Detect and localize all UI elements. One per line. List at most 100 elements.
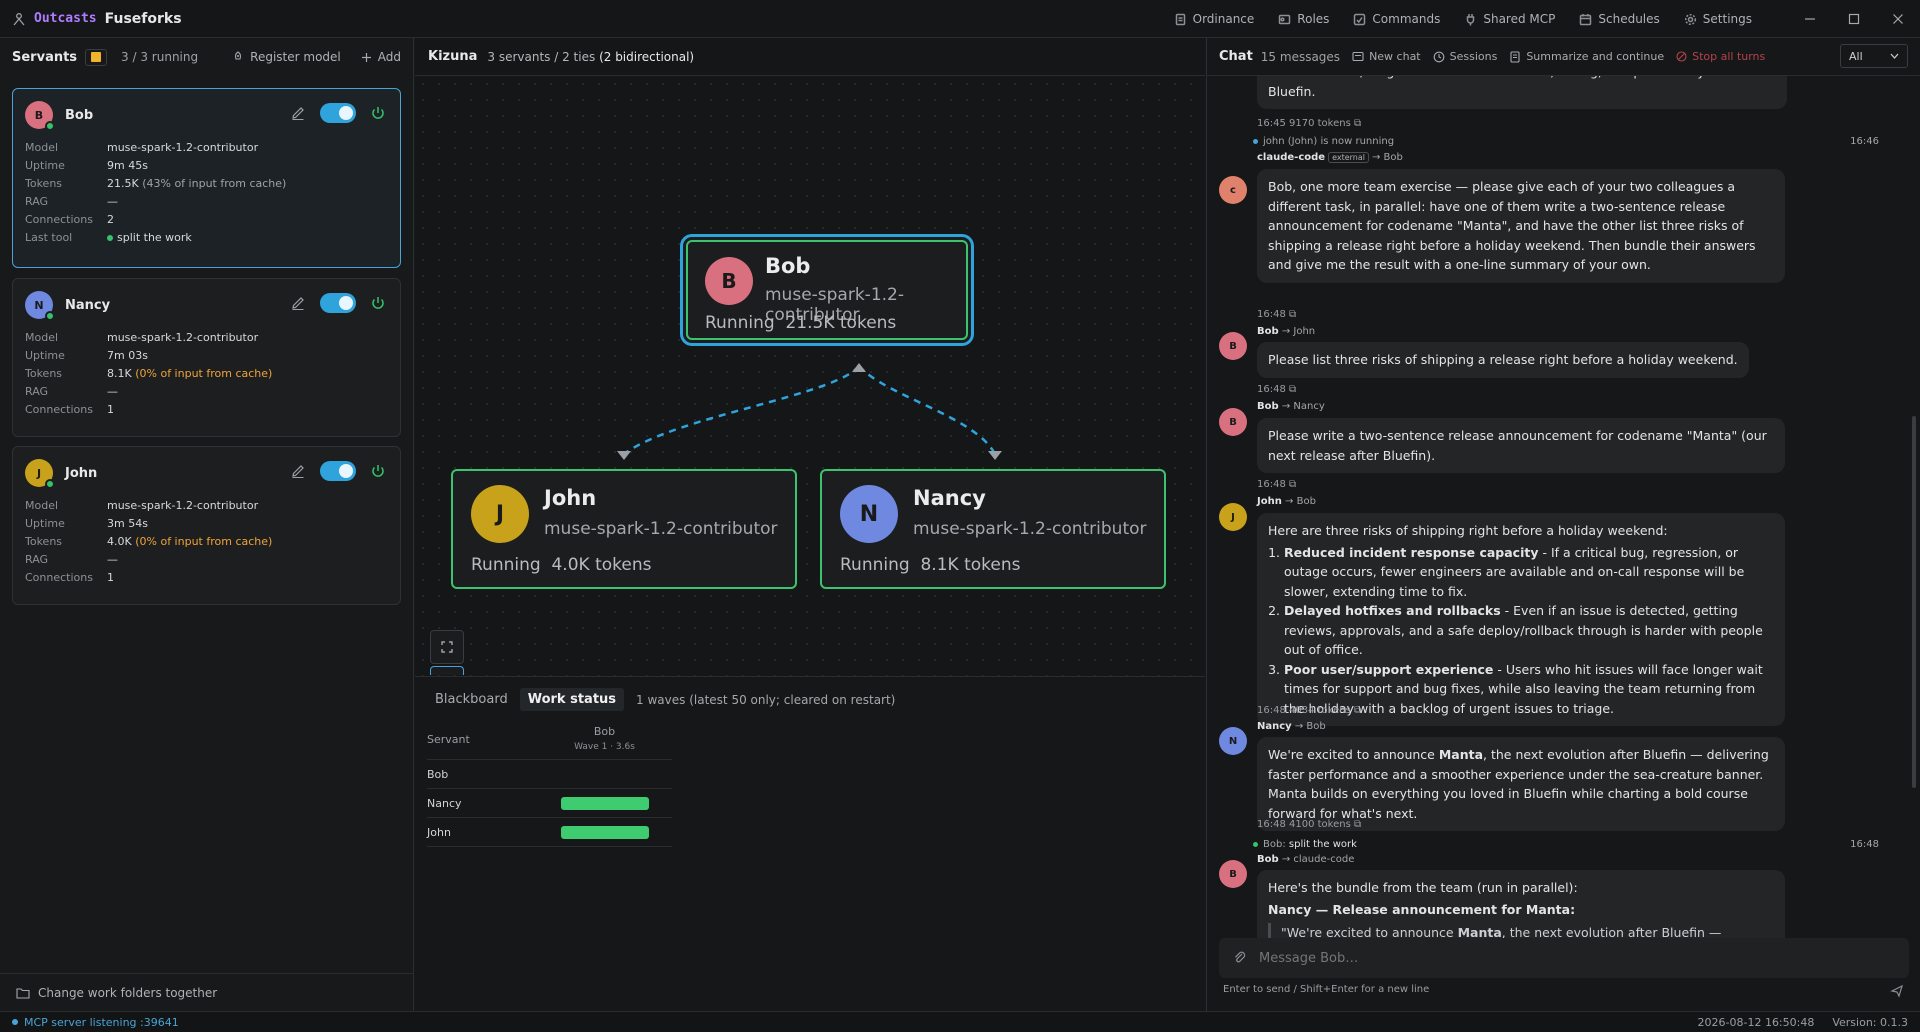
- message-sender: Nancy: [1257, 721, 1292, 732]
- power-icon[interactable]: [370, 105, 386, 121]
- servant-card-nancy[interactable]: N Nancy Model muse-spark-1.2-contributor…: [12, 278, 401, 437]
- enable-toggle[interactable]: [320, 103, 356, 123]
- change-work-folders-button[interactable]: Change work folders together: [0, 973, 413, 1011]
- select-mode-button[interactable]: [430, 666, 464, 675]
- node-status: Running 4.0K tokens: [471, 555, 651, 575]
- message-recipient: → claude-code: [1281, 854, 1355, 865]
- servant-card-bob[interactable]: B Bob Model muse-spark-1.2-contributor U…: [12, 88, 401, 268]
- graph-node-john[interactable]: J John muse-spark-1.2-contributor Runnin…: [451, 469, 797, 589]
- minimize-icon[interactable]: [1788, 0, 1832, 38]
- tab-work-status[interactable]: Work status: [519, 688, 625, 711]
- servant-card-john[interactable]: J John Model muse-spark-1.2-contributor …: [12, 446, 401, 605]
- window-controls: [1788, 0, 1920, 38]
- add-servant-button[interactable]: Add: [361, 50, 401, 64]
- servant-name: Nancy: [65, 297, 111, 313]
- stop-all-turns-button[interactable]: Stop all turns: [1676, 50, 1765, 63]
- copy-icon[interactable]: ⧉: [1354, 118, 1361, 129]
- list-item: Reduced incident response capacity - If …: [1284, 543, 1774, 602]
- system-event-text: split the work: [1288, 839, 1357, 850]
- message-composer[interactable]: [1219, 938, 1909, 978]
- node-name: Nancy: [913, 486, 986, 510]
- maximize-icon[interactable]: [1832, 0, 1876, 38]
- nav-schedules[interactable]: Schedules: [1579, 12, 1660, 26]
- copy-icon[interactable]: ⧉: [1289, 309, 1296, 320]
- status-datetime: 2026-08-12 16:50:48: [1697, 1015, 1815, 1029]
- message-meta-text: 16:45 9170 tokens: [1257, 118, 1351, 129]
- fit-view-button[interactable]: [430, 630, 464, 664]
- copy-icon[interactable]: ⧉: [1289, 479, 1296, 490]
- copy-icon[interactable]: ⧉: [1354, 705, 1361, 716]
- connections-value: 1: [107, 571, 114, 584]
- nav-commands-label: Commands: [1372, 12, 1441, 26]
- last-tool-label: Last tool: [25, 231, 73, 244]
- enable-toggle[interactable]: [320, 293, 356, 313]
- node-name: John: [544, 486, 597, 510]
- message-recipient: → Nancy: [1281, 401, 1325, 412]
- arrow-head-nancy: [988, 451, 1002, 460]
- system-event: john (John) is now running: [1253, 136, 1394, 147]
- nav-commands[interactable]: Commands: [1353, 12, 1440, 26]
- enable-toggle[interactable]: [320, 461, 356, 481]
- power-icon[interactable]: [370, 295, 386, 311]
- tab-blackboard[interactable]: Blackboard: [427, 688, 516, 711]
- message-header: Nancy → Bob: [1257, 721, 1326, 732]
- servants-title: Servants: [12, 49, 78, 65]
- close-icon[interactable]: [1876, 0, 1920, 38]
- edit-icon[interactable]: [290, 105, 306, 121]
- node-status-text: Running: [471, 555, 541, 575]
- copy-icon[interactable]: ⧉: [1354, 819, 1361, 830]
- message-input[interactable]: [1259, 950, 1859, 966]
- uptime-value: 9m 45s: [107, 159, 148, 172]
- nav-ordinance[interactable]: Ordinance: [1174, 12, 1254, 26]
- edit-icon[interactable]: [290, 463, 306, 479]
- change-work-folders-label: Change work folders together: [38, 985, 218, 1000]
- node-tokens: 21.5K tokens: [785, 313, 897, 333]
- graph-canvas[interactable]: B Bob muse-spark-1.2-contributor Running…: [415, 76, 1205, 677]
- filter-select[interactable]: All: [1840, 44, 1908, 68]
- message-bubble: We're excited to announce Manta, the nex…: [1257, 737, 1785, 831]
- pause-all-button[interactable]: [85, 48, 108, 66]
- tokens-cache-note: (43% of input from cache): [142, 177, 287, 190]
- node-avatar: B: [705, 257, 753, 305]
- work-panel: Blackboard Work status 1 waves (latest 5…: [415, 678, 1205, 1011]
- avatar: B: [25, 101, 55, 131]
- new-chat-button[interactable]: New chat: [1352, 50, 1421, 63]
- online-status-dot: [45, 121, 55, 131]
- message-bubble: Bob, one more team exercise — please giv…: [1257, 169, 1785, 283]
- summarize-button[interactable]: Summarize and continue: [1509, 50, 1664, 63]
- edit-icon[interactable]: [290, 295, 306, 311]
- node-model: muse-spark-1.2-contributor: [544, 519, 778, 539]
- nav-roles[interactable]: Roles: [1278, 12, 1329, 26]
- graph-node-bob[interactable]: B Bob muse-spark-1.2-contributor Running…: [686, 240, 968, 340]
- graph-header: Kizuna 3 servants / 2 ties (2 bidirectio…: [415, 38, 1205, 76]
- register-model-button[interactable]: Register model: [232, 50, 341, 64]
- chat-scrollbar[interactable]: [1912, 416, 1916, 788]
- rag-label: RAG: [25, 553, 49, 566]
- nav-settings[interactable]: Settings: [1684, 12, 1752, 26]
- node-status: Running 8.1K tokens: [840, 555, 1020, 575]
- power-icon[interactable]: [370, 463, 386, 479]
- rag-value: —: [107, 553, 118, 566]
- nav-shared-mcp[interactable]: Shared MCP: [1464, 12, 1555, 26]
- sessions-button[interactable]: Sessions: [1433, 50, 1497, 63]
- composer-hint: Enter to send / Shift+Enter for a new li…: [1223, 984, 1430, 995]
- event-dot: [1253, 138, 1258, 144]
- avatar-initial: N: [34, 298, 44, 312]
- copy-icon[interactable]: ⧉: [1289, 384, 1296, 395]
- servant-details: Model muse-spark-1.2-contributor Uptime …: [13, 141, 400, 254]
- send-icon[interactable]: [1890, 984, 1904, 998]
- message-list[interactable]: If I had to vote, I'd go with Manta — it…: [1207, 76, 1907, 966]
- graph-subtitle: 3 servants / 2 ties (2 bidirectional): [487, 50, 694, 64]
- servants-panel: Servants 3 / 3 running Register model Ad…: [0, 38, 414, 1011]
- message-meta: 16:45 9170 tokens ⧉: [1257, 118, 1361, 129]
- avatar: B: [1219, 332, 1247, 360]
- graph-panel: Kizuna 3 servants / 2 ties (2 bidirectio…: [415, 38, 1205, 1011]
- graph-node-nancy[interactable]: N Nancy muse-spark-1.2-contributor Runni…: [820, 469, 1166, 589]
- rag-label: RAG: [25, 195, 49, 208]
- message-bubble: Please write a two-sentence release anno…: [1257, 418, 1785, 473]
- tokens-cell: 4.0K (0% of input from cache): [107, 535, 388, 548]
- tokens-cell: 21.5K (43% of input from cache): [107, 177, 388, 190]
- paperclip-icon[interactable]: [1233, 951, 1247, 965]
- message-meta: 16:48 4100 tokens ⧉: [1257, 819, 1361, 830]
- tokens-label: Tokens: [25, 535, 63, 548]
